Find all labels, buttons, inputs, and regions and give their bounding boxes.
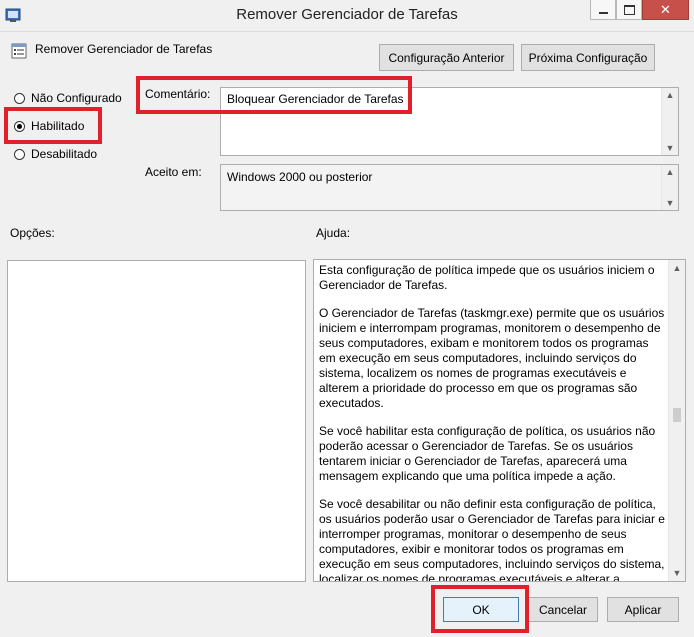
next-setting-button[interactable]: Próxima Configuração (521, 44, 655, 71)
help-paragraph: Esta configuração de política impede que… (319, 263, 655, 292)
help-pane[interactable]: Esta configuração de política impede que… (313, 259, 686, 582)
radio-not-configured[interactable]: Não Configurado (14, 91, 122, 105)
close-icon: ✕ (660, 2, 671, 17)
scroll-down-icon[interactable]: ▼ (662, 198, 678, 208)
radio-disabled[interactable]: Desabilitado (14, 147, 97, 161)
help-scrollbar[interactable]: ▲ ▼ (668, 260, 685, 581)
help-text: Esta configuração de política impede que… (319, 263, 665, 582)
comment-scrollbar[interactable]: ▲ ▼ (661, 88, 678, 155)
scroll-up-icon[interactable]: ▲ (662, 167, 678, 177)
apply-button[interactable]: Aplicar (607, 597, 679, 622)
options-pane[interactable] (7, 260, 306, 582)
radio-label: Não Configurado (31, 91, 122, 105)
help-paragraph: Se você desabilitar ou não definir esta … (319, 497, 665, 582)
previous-setting-button[interactable]: Configuração Anterior (379, 44, 514, 71)
radio-circle (14, 92, 25, 104)
options-label: Opções: (10, 226, 55, 240)
scroll-up-icon[interactable]: ▲ (669, 263, 685, 273)
supported-label: Aceito em: (145, 165, 202, 179)
highlight-box-enabled (4, 107, 102, 144)
minimize-icon (598, 11, 608, 14)
radio-label: Desabilitado (31, 147, 98, 161)
title-bar[interactable]: Remover Gerenciador de Tarefas ✕ (0, 0, 694, 32)
highlight-box-comment (136, 76, 412, 114)
supported-text: Windows 2000 ou posterior (227, 170, 373, 184)
scroll-down-icon[interactable]: ▼ (669, 568, 685, 578)
highlight-box-ok (431, 585, 529, 633)
help-label: Ajuda: (316, 226, 351, 240)
scroll-up-icon[interactable]: ▲ (662, 90, 678, 100)
maximize-button[interactable] (616, 0, 642, 20)
help-paragraph: O Gerenciador de Tarefas (taskmgr.exe) p… (319, 306, 665, 410)
policy-name: Remover Gerenciador de Tarefas (35, 42, 213, 56)
maximize-icon (623, 4, 635, 15)
help-paragraph: Se você habilitar esta configuração de p… (319, 424, 656, 483)
radio-circle (14, 148, 25, 160)
cancel-button[interactable]: Cancelar (528, 597, 598, 622)
scroll-thumb[interactable] (673, 408, 681, 422)
minimize-button[interactable] (590, 0, 616, 20)
supported-scrollbar[interactable]: ▲ ▼ (661, 165, 678, 210)
supported-field: Windows 2000 ou posterior ▲ ▼ (220, 164, 679, 211)
scroll-down-icon[interactable]: ▼ (662, 143, 678, 153)
close-button[interactable]: ✕ (642, 0, 689, 20)
policy-setting-icon (11, 43, 27, 59)
